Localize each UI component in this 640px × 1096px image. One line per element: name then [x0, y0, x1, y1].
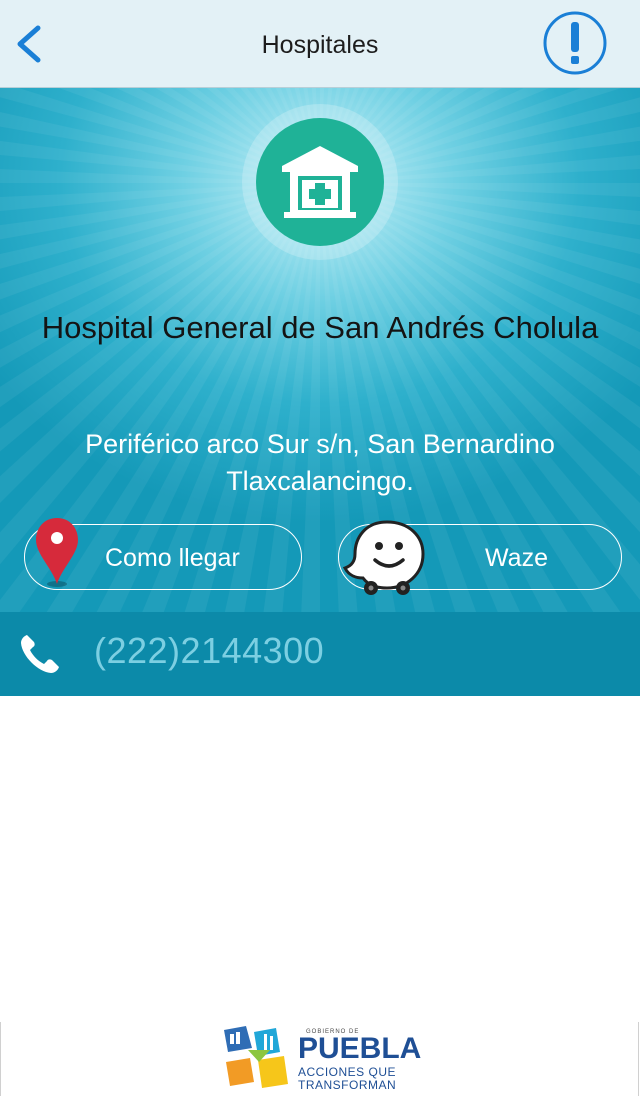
hospital-icon-badge — [240, 102, 400, 262]
waze-icon — [342, 520, 425, 595]
alert-button[interactable] — [542, 10, 608, 76]
logo-puebla-text: PUEBLA — [298, 1032, 422, 1065]
exclamation-circle-icon — [543, 11, 607, 75]
waze-label: Waze — [485, 544, 548, 572]
navigation-bar: Hospitales — [0, 0, 640, 88]
footer-divider — [0, 1022, 1, 1096]
hospital-name: Hospital General de San Andrés Cholula — [41, 310, 599, 345]
footer-divider — [638, 1022, 639, 1096]
phone-number[interactable]: (222)2144300 — [94, 630, 324, 672]
phone-icon — [21, 635, 59, 673]
logo-tagline: ACCIONES QUE TRANSFORMAN — [298, 1066, 396, 1092]
hospital-address: Periférico arco Sur s/n, San Bernardino … — [85, 429, 555, 496]
puebla-logo: GOBIERNO DE PUEBLA ACCIONES QUE TRANSFOR… — [224, 1026, 424, 1094]
phone-call-row[interactable]: (222)2144300 — [0, 612, 640, 696]
map-pin-icon — [36, 518, 78, 587]
como-llegar-label: Como llegar — [105, 544, 240, 572]
logo-tagline-2: TRANSFORMAN — [298, 1078, 397, 1092]
hospital-detail-card: Hospital General de San Andrés Cholula P… — [0, 88, 640, 612]
puebla-logo-mark-icon — [224, 1026, 288, 1088]
hospital-building-icon — [242, 104, 398, 260]
